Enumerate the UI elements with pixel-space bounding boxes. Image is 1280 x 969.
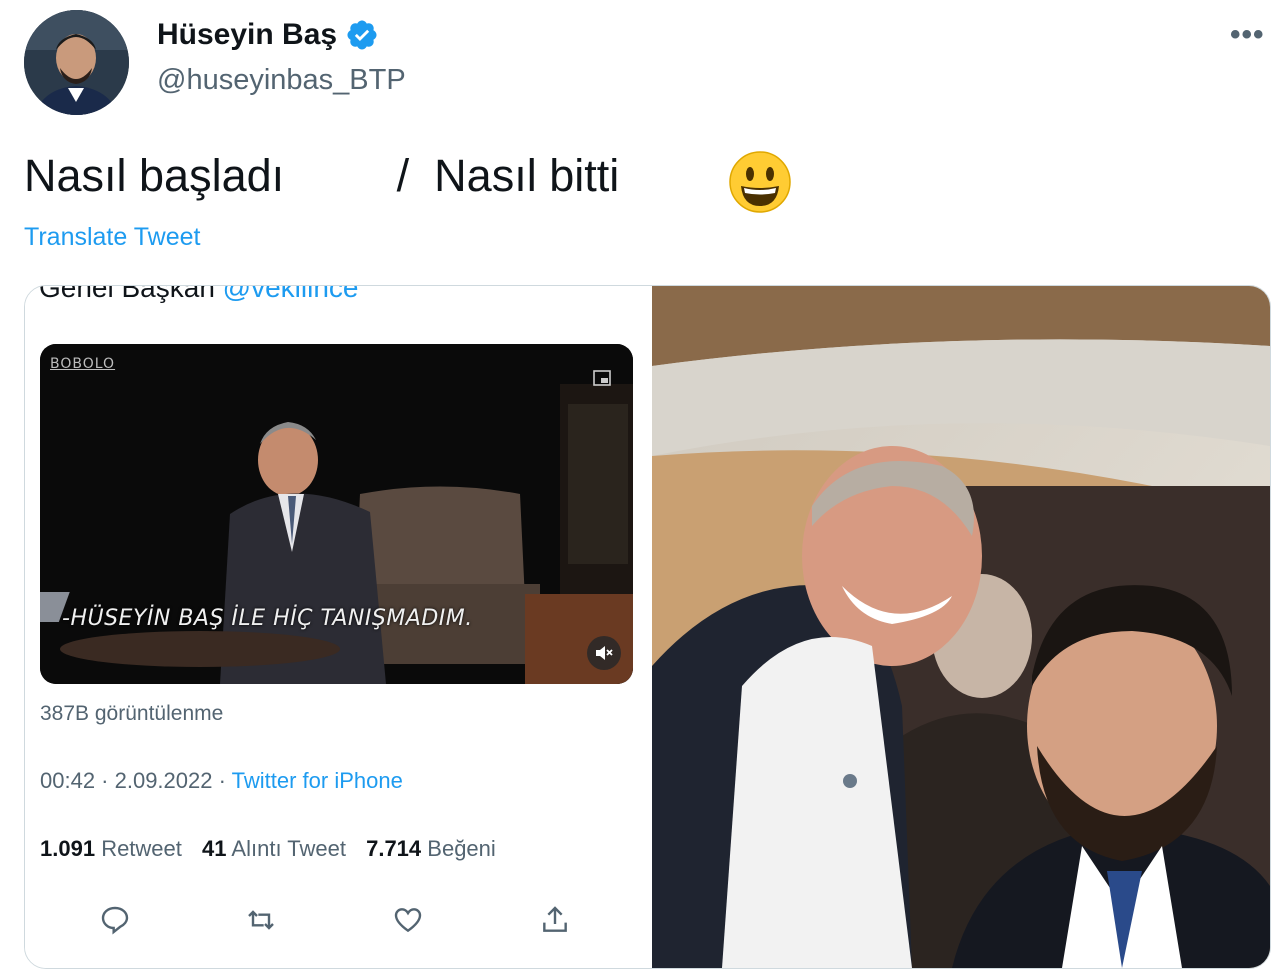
mute-button[interactable] [587,636,621,670]
author-avatar[interactable] [24,10,129,115]
embedded-cut-prefix: Genel Başkan [39,286,223,303]
embedded-view-count: 387B görüntülenme [40,702,224,725]
selfie-photo[interactable] [652,286,1270,968]
like-icon[interactable] [392,904,424,936]
embedded-video[interactable]: BOBOLO -HÜSEYİN BAŞ İLE HİÇ TANIŞMADIM. [40,344,633,684]
retweet-count: 1.091 [40,836,96,861]
embedded-mention: @vekilince [222,286,359,303]
grinning-face-emoji [729,151,791,213]
selfie-photo-image [652,286,1270,968]
video-subtitle: -HÜSEYİN BAŞ İLE HİÇ TANIŞMADIM. [62,606,473,631]
embedded-tweet-screenshot[interactable]: Genel Başkan @vekilince BOBOLO -HÜSEYİN … [25,286,651,968]
retweet-label[interactable]: Retweet [101,836,182,861]
embedded-time: 00:42 · 2.09.2022 · [40,768,232,793]
quote-label[interactable]: Alıntı Tweet [231,836,346,861]
embedded-action-bar [25,894,651,944]
embedded-cut-text: Genel Başkan @vekilince [39,286,358,304]
embedded-timestamp: 00:42 · 2.09.2022 · Twitter for iPhone [40,768,403,794]
share-icon[interactable] [539,904,571,936]
picture-in-picture-icon[interactable] [593,370,611,386]
quote-count: 41 [202,836,227,861]
like-label[interactable]: Beğeni [427,836,496,861]
author-handle[interactable]: @huseyinbas_BTP [157,64,406,97]
embedded-stats: 1.091 Retweet 41 Alıntı Tweet 7.714 Beğe… [40,836,496,862]
reply-icon[interactable] [99,904,131,936]
video-frame [40,344,633,684]
verified-badge-icon [347,20,377,50]
translate-tweet-link[interactable]: Translate Tweet [24,223,200,252]
author-name-row: Hüseyin Baş [157,18,379,52]
speaker-muted-icon [596,646,613,660]
like-count: 7.714 [366,836,422,861]
retweet-icon[interactable] [245,904,277,936]
author-display-name[interactable]: Hüseyin Baş [157,18,337,52]
video-brand-watermark: BOBOLO [50,356,116,372]
embedded-source-link[interactable]: Twitter for iPhone [232,768,403,793]
tweet-text: Nasıl başladı / Nasıl bitti [24,150,620,201]
tweet-media[interactable]: Genel Başkan @vekilince BOBOLO -HÜSEYİN … [24,285,1271,969]
more-options-icon[interactable]: ••• [1230,18,1265,52]
